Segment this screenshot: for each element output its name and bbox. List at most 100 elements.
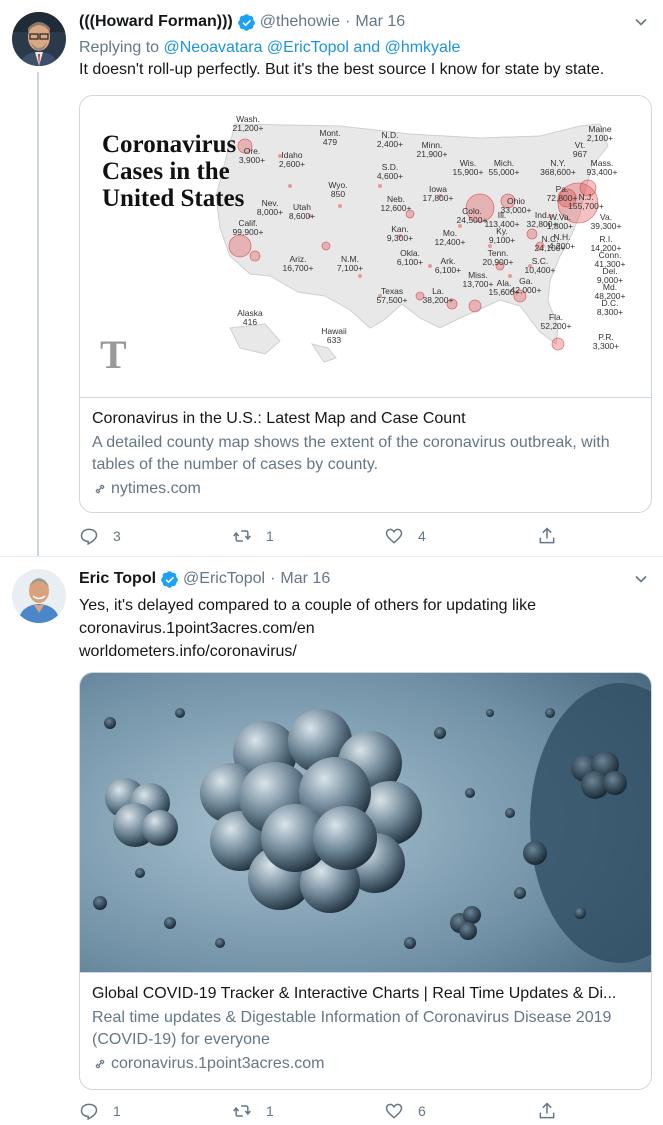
link-icon [95,1059,105,1069]
map-state-count: 633 [327,335,341,345]
card-description: Real time updates & Digestable Informati… [92,1009,612,1048]
map-state-count: 4,600+ [377,171,403,181]
reply-count: 1 [113,1103,121,1119]
map-state-count: 9,100+ [489,235,515,245]
avatar[interactable] [12,12,66,66]
like-count: 6 [418,1103,426,1119]
handle[interactable]: @thehowie [260,13,340,31]
like-button[interactable]: 6 [384,1101,426,1121]
map-state-count: 20,900+ [483,257,514,267]
map-state-count: 6,100+ [397,257,423,267]
tweet-date[interactable]: Mar 16 [280,570,330,588]
map-state-count: 7,100+ [337,263,363,273]
tweet-date[interactable]: Mar 16 [355,13,405,31]
like-count: 4 [418,528,426,544]
retweet-count: 1 [266,528,274,544]
map-state-count: 155,700+ [568,201,604,211]
map-state-count: 55,000+ [489,167,520,177]
reply-count: 3 [113,528,121,544]
tweet-link[interactable]: worldometers.info/coronavirus/ [79,641,651,663]
map-state-count: 416 [243,317,257,327]
card-image: Coronavirus Cases in the United States T… [80,96,651,398]
map-state-count: 3,300+ [593,341,619,351]
handle[interactable]: @EricTopol [183,570,265,588]
retweet-count: 1 [266,1103,274,1119]
map-state-count: 850 [331,189,345,199]
link-icon [95,484,105,494]
tweet-howard-forman[interactable]: (((Howard Forman))) @thehowie · Mar 16 R… [0,0,663,566]
map-state-count: 24,100+ [535,243,566,253]
map-state-count: 8,600+ [289,211,315,221]
tweet-actions: 1 1 6 [79,1099,559,1123]
map-state-count: 52,200+ [541,321,572,331]
map-state-count: 9,300+ [387,233,413,243]
map-state-count: 8,300+ [597,307,623,317]
card-title: Coronavirus in the U.S.: Latest Map and … [92,410,466,427]
tweet-text: It doesn't roll-up perfectly. But it's t… [79,61,605,78]
map-state-count: 21,900+ [417,149,448,159]
chevron-down-icon[interactable] [631,12,651,32]
card-domain: nytimes.com [92,478,639,500]
verified-badge-icon [237,13,255,31]
heart-icon [385,1103,403,1119]
thread-line [37,72,39,566]
map-state-count: 21,200+ [233,123,264,133]
separator-dot: · [345,13,351,30]
svg-text:T: T [100,332,127,377]
map-state-count: 38,200+ [423,295,454,305]
svg-text:Cases in the: Cases in the [102,158,230,185]
link-card[interactable]: Global COVID-19 Tracker & Interactive Ch… [79,672,652,1090]
map-state-count: 39,300+ [591,221,622,231]
map-state-count: 99,900+ [233,227,264,237]
svg-text:United States: United States [102,185,245,212]
map-state-count: 6,100+ [435,265,461,275]
reply-button[interactable]: 3 [79,526,121,546]
map-state-count: 42,000+ [511,285,542,295]
map-state-count: 8,000+ [257,207,283,217]
map-state-count: 2,100+ [587,133,613,143]
map-state-count: 479 [323,137,337,147]
mention-link[interactable]: @Neoavatara [164,39,263,56]
tweet-actions: 3 1 4 [79,524,559,548]
reply-button[interactable]: 1 [79,1101,121,1121]
map-state-count: 3,900+ [239,155,265,165]
share-button[interactable] [537,1101,571,1121]
tweet-eric-topol[interactable]: Eric Topol @EricTopol · Mar 16 Yes, it's… [0,556,663,1125]
chevron-down-icon[interactable] [631,569,651,589]
retweet-button[interactable]: 1 [232,1101,274,1121]
us-map-image: Coronavirus Cases in the United States T… [80,96,651,397]
map-state-count: 368,600+ [540,167,576,177]
tweet-text: Yes, it's delayed compared to a couple o… [79,597,536,614]
svg-text:Coronavirus: Coronavirus [102,131,237,158]
avatar[interactable] [12,569,66,623]
map-state-count: 2,400+ [377,139,403,149]
card-image [80,673,651,973]
mention-link[interactable]: @EricTopol [267,39,349,56]
link-card[interactable]: Coronavirus Cases in the United States T… [79,95,652,513]
mention-link[interactable]: @hmkyale [385,39,461,56]
verified-badge-icon [161,570,178,588]
display-name[interactable]: (((Howard Forman))) [79,13,233,31]
heart-icon [385,528,403,544]
map-state-count: 2,600+ [279,159,305,169]
replying-to: Replying to @Neoavatara @EricTopol and @… [79,39,461,56]
map-state-count: 15,900+ [453,167,484,177]
map-state-count: 93,400+ [587,167,618,177]
map-state-count: 967 [573,149,587,159]
map-state-count: 12,400+ [435,237,466,247]
share-icon [539,1102,555,1119]
map-state-count: 1,800+ [547,221,573,231]
map-state-count: 57,500+ [377,295,408,305]
like-button[interactable]: 4 [384,526,426,546]
tweet-link[interactable]: coronavirus.1point3acres.com/en [79,618,651,640]
map-state-count: 10,400+ [525,265,556,275]
reply-icon [80,1103,98,1121]
virus-image [80,673,651,972]
retweet-button[interactable]: 1 [232,526,274,546]
map-state-count: 17,800+ [423,193,454,203]
map-state-count: 24,500+ [457,215,488,225]
separator-dot: · [270,570,276,587]
card-domain: coronavirus.1point3acres.com [92,1053,639,1075]
display-name[interactable]: Eric Topol [79,570,156,588]
share-button[interactable] [537,526,571,546]
